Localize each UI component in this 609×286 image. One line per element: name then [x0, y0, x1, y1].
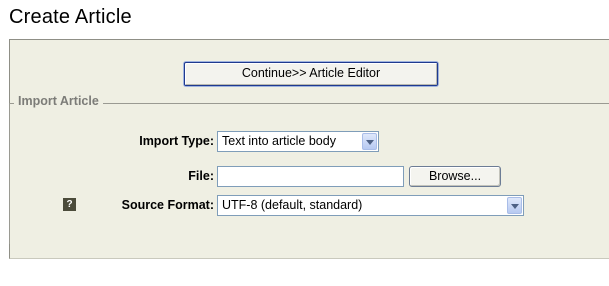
import-article-legend: Import Article [14, 94, 103, 108]
continue-article-editor-button[interactable]: Continue>> Article Editor [184, 62, 438, 86]
browse-button[interactable]: Browse... [409, 166, 501, 187]
import-type-value: Text into article body [222, 134, 336, 148]
import-type-label: Import Type: [139, 134, 214, 148]
file-label: File: [188, 169, 214, 183]
chevron-down-icon[interactable] [507, 197, 522, 214]
help-icon[interactable]: ? [63, 198, 76, 211]
source-format-label: Source Format: [121, 198, 214, 212]
source-format-value: UTF-8 (default, standard) [222, 198, 363, 212]
file-path-input[interactable] [217, 166, 404, 187]
source-format-select[interactable]: UTF-8 (default, standard) [217, 195, 524, 216]
chevron-down-icon[interactable] [362, 133, 377, 150]
import-type-select[interactable]: Text into article body [217, 131, 379, 152]
page-title: Create Article [9, 6, 132, 28]
